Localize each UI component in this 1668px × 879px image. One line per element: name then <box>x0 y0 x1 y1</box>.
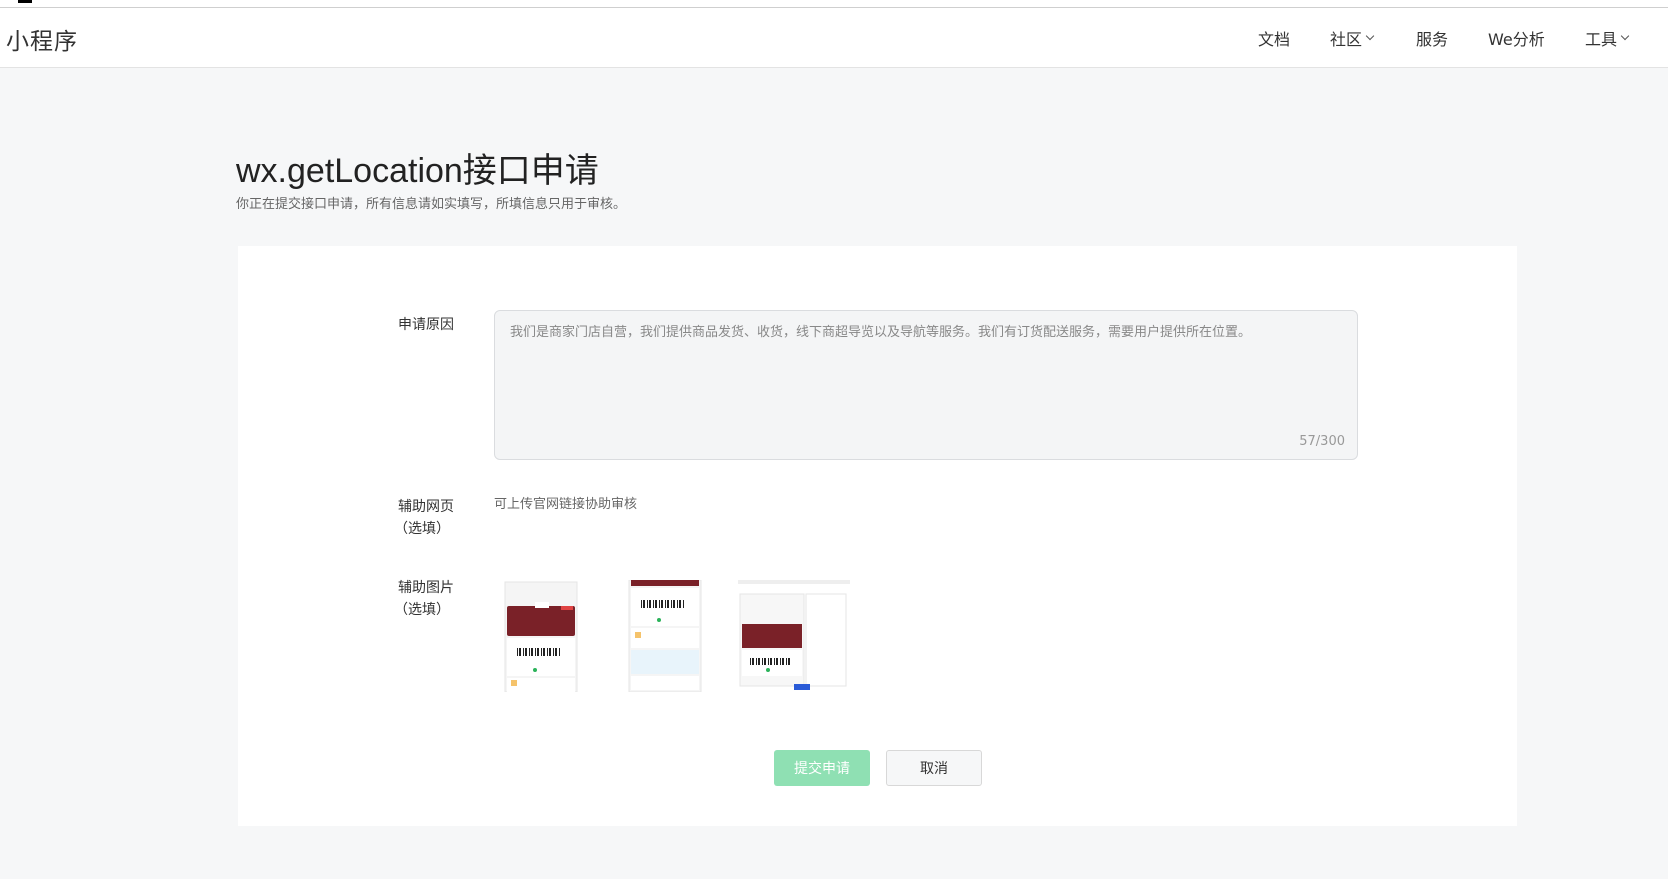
nav-community-label: 社区 <box>1330 30 1363 49</box>
page-title: wx.getLocation接口申请 <box>236 152 599 190</box>
nav-docs-label: 文档 <box>1258 30 1291 49</box>
chevron-down-icon <box>1365 31 1375 41</box>
nav-services[interactable]: 服务 <box>1416 8 1448 68</box>
image-thumbnail-3[interactable] <box>738 580 850 692</box>
nav-services-label: 服务 <box>1416 30 1449 49</box>
nav-tools[interactable]: 工具 <box>1585 8 1630 68</box>
reason-label: 申请原因 <box>398 317 454 333</box>
reason-char-counter: 57/300 <box>1299 434 1345 449</box>
reason-textarea[interactable] <box>495 311 1357 459</box>
nav-docs[interactable]: 文档 <box>1258 8 1290 68</box>
desktop-screenshot-image <box>738 580 850 692</box>
phone-screenshot-image <box>615 580 727 692</box>
phone-screenshot-image <box>495 580 607 692</box>
images-optional-label: （选填） <box>394 602 450 618</box>
nav-community[interactable]: 社区 <box>1330 8 1375 68</box>
image-thumbnail-1[interactable] <box>495 580 607 692</box>
window-top-bar <box>0 0 1668 8</box>
nav-tools-label: 工具 <box>1585 30 1618 49</box>
webpage-label: 辅助网页 <box>398 499 454 515</box>
brand-title[interactable]: 小程序 <box>6 22 78 56</box>
images-label: 辅助图片 <box>398 580 454 596</box>
window-top-mark <box>18 0 32 3</box>
chevron-down-icon <box>1620 31 1630 41</box>
submit-button[interactable]: 提交申请 <box>774 750 870 786</box>
site-header: 小程序 文档 社区 服务 We分析 工具 <box>0 8 1668 68</box>
cancel-button[interactable]: 取消 <box>886 750 982 786</box>
page-subtitle: 你正在提交接口申请，所有信息请如实填写，所填信息只用于审核。 <box>236 197 627 212</box>
webpage-optional-label: （选填） <box>394 521 450 537</box>
image-thumbnail-2[interactable] <box>615 580 727 692</box>
nav-analytics[interactable]: We分析 <box>1488 8 1545 68</box>
reason-textarea-box: 57/300 <box>494 310 1358 460</box>
webpage-hint[interactable]: 可上传官网链接协助审核 <box>494 493 637 512</box>
nav-analytics-label: We分析 <box>1488 30 1545 49</box>
